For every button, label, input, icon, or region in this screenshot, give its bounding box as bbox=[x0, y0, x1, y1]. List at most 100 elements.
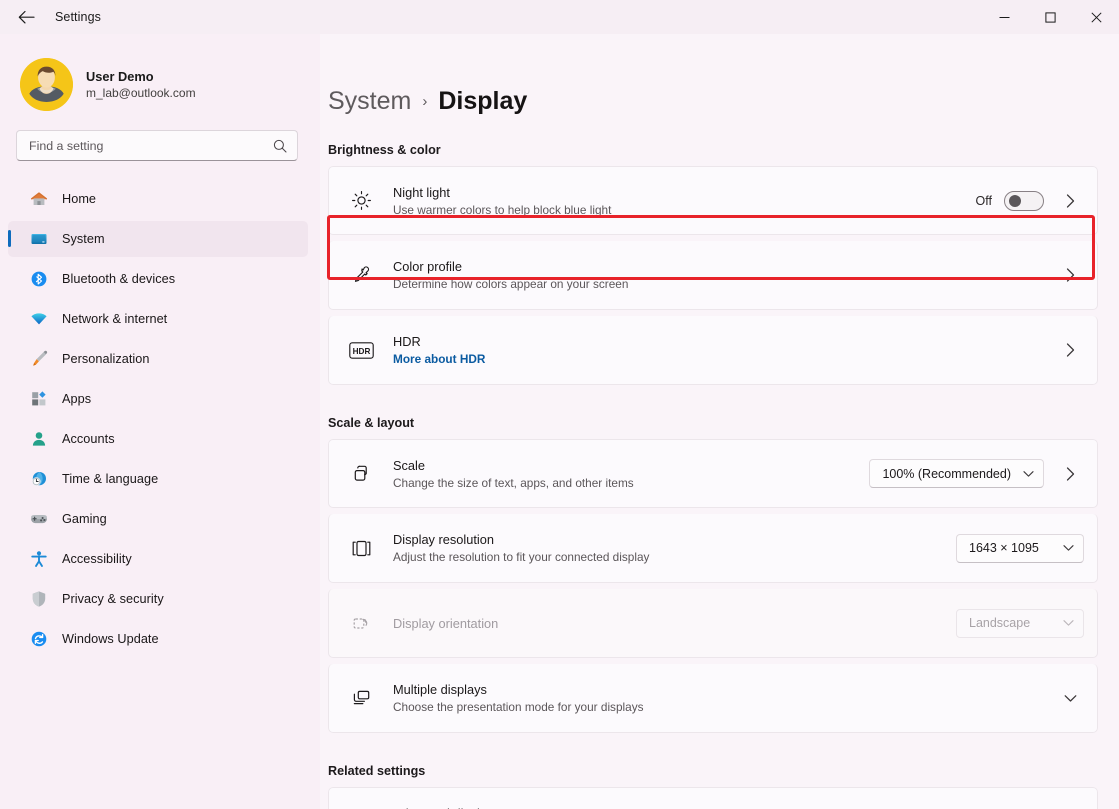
sidebar-item-label: System bbox=[62, 232, 105, 246]
setting-card-color-profile[interactable]: Color profile Determine how colors appea… bbox=[328, 241, 1098, 310]
settings-window: Settings User Demo m_lab@outlook.com Fin… bbox=[0, 0, 1119, 809]
sidebar-item-label: Accounts bbox=[62, 432, 115, 446]
chevron-down-icon[interactable] bbox=[1056, 684, 1084, 712]
paintbrush-icon bbox=[30, 350, 48, 368]
card-controls bbox=[1056, 684, 1084, 712]
card-title: Scale bbox=[393, 457, 426, 473]
search-box[interactable] bbox=[16, 130, 298, 161]
brightness-sun-icon bbox=[346, 188, 376, 214]
close-button[interactable] bbox=[1073, 0, 1119, 34]
card-title: Display orientation bbox=[393, 615, 499, 631]
sidebar-item-label: Windows Update bbox=[62, 632, 159, 646]
sidebar: User Demo m_lab@outlook.com Find a setti… bbox=[0, 34, 320, 809]
apps-grid-icon bbox=[30, 390, 48, 408]
sidebar-item-accounts[interactable]: Accounts bbox=[8, 421, 308, 457]
sidebar-item-time-language[interactable]: Time & language bbox=[8, 461, 308, 497]
card-text: Color profile Determine how colors appea… bbox=[393, 259, 1056, 291]
card-controls: 1643 × 1095 bbox=[956, 533, 1084, 563]
account-block[interactable]: User Demo m_lab@outlook.com bbox=[0, 34, 320, 112]
card-subtitle: Determine how colors appear on your scre… bbox=[393, 277, 629, 291]
sidebar-item-label: Apps bbox=[62, 392, 92, 406]
account-text: User Demo m_lab@outlook.com bbox=[86, 69, 196, 100]
sidebar-item-label: Time & language bbox=[62, 472, 159, 486]
sidebar-item-gaming[interactable]: Gaming bbox=[8, 501, 308, 537]
window-title: Settings bbox=[55, 10, 101, 24]
hdr-badge-icon: HDR bbox=[346, 337, 376, 363]
eyedropper-icon bbox=[346, 262, 376, 288]
chevron-right-icon[interactable] bbox=[1056, 336, 1084, 364]
chevron-right-icon[interactable] bbox=[1056, 460, 1084, 488]
search-input[interactable] bbox=[29, 138, 273, 153]
chevron-down-icon bbox=[1023, 470, 1034, 478]
brightness-color-group: Night light Use warmer colors to help bl… bbox=[328, 166, 1098, 385]
toggle-knob bbox=[1009, 194, 1021, 207]
sidebar-item-label: Accessibility bbox=[62, 552, 132, 566]
scale-value: 100% (Recommended) bbox=[882, 466, 1011, 481]
user-avatar-icon bbox=[20, 57, 73, 111]
sidebar-item-label: Gaming bbox=[62, 512, 107, 526]
window-controls bbox=[981, 0, 1119, 34]
sidebar-nav: Home System Bluetooth & devices Network … bbox=[0, 181, 320, 657]
card-subtitle: Change the size of text, apps, and other… bbox=[393, 475, 634, 490]
section-title-related-settings: Related settings bbox=[328, 764, 426, 778]
section-title-scale-layout: Scale & layout bbox=[328, 416, 415, 430]
chevron-right-icon[interactable] bbox=[1056, 187, 1084, 215]
setting-card-multiple-displays[interactable]: Multiple displays Choose the presentatio… bbox=[328, 664, 1098, 733]
display-resolution-dropdown[interactable]: 1643 × 1095 bbox=[956, 533, 1084, 563]
maximize-button[interactable] bbox=[1027, 0, 1073, 34]
card-text: HDR More about HDR bbox=[393, 334, 1056, 366]
related-settings-group: Advanced display Display information, re… bbox=[328, 787, 1098, 809]
sidebar-item-personalization[interactable]: Personalization bbox=[8, 341, 308, 377]
person-icon bbox=[30, 430, 48, 448]
sidebar-item-accessibility[interactable]: Accessibility bbox=[8, 541, 308, 577]
card-subtitle: Use warmer colors to help block blue lig… bbox=[393, 202, 612, 217]
orientation-rotate-icon bbox=[346, 610, 376, 636]
card-controls: 100% (Recommended) bbox=[869, 459, 1084, 488]
card-text: Scale Change the size of text, apps, and… bbox=[393, 458, 869, 490]
card-title: Advanced display bbox=[393, 806, 1056, 809]
sidebar-item-label: Privacy & security bbox=[62, 592, 164, 606]
home-icon bbox=[30, 190, 48, 208]
card-text: Display resolution Adjust the resolution… bbox=[393, 532, 956, 564]
night-light-toggle[interactable] bbox=[1004, 190, 1044, 211]
night-light-state-label: Off bbox=[975, 193, 992, 208]
search-wrapper bbox=[0, 112, 320, 161]
card-title: Night light bbox=[393, 184, 450, 200]
card-title: Color profile bbox=[393, 259, 462, 274]
card-text: Multiple displays Choose the presentatio… bbox=[393, 682, 1056, 714]
sidebar-item-privacy-security[interactable]: Privacy & security bbox=[8, 581, 308, 617]
accessibility-person-icon bbox=[30, 550, 48, 568]
setting-card-night-light[interactable]: Night light Use warmer colors to help bl… bbox=[328, 166, 1098, 235]
card-text: Night light Use warmer colors to help bl… bbox=[393, 185, 976, 217]
sidebar-item-network-internet[interactable]: Network & internet bbox=[8, 301, 308, 337]
multiple-displays-icon bbox=[346, 685, 376, 711]
sidebar-item-label: Bluetooth & devices bbox=[62, 272, 176, 286]
scale-dropdown[interactable]: 100% (Recommended) bbox=[869, 459, 1044, 488]
more-about-hdr-link[interactable]: More about HDR bbox=[393, 352, 1056, 366]
display-resolution-value: 1643 × 1095 bbox=[969, 541, 1039, 555]
display-orientation-dropdown: Landscape bbox=[956, 608, 1084, 638]
sidebar-item-apps[interactable]: Apps bbox=[8, 381, 308, 417]
sidebar-item-bluetooth-devices[interactable]: Bluetooth & devices bbox=[8, 261, 308, 297]
minimize-button[interactable] bbox=[981, 0, 1027, 34]
setting-card-advanced-display[interactable]: Advanced display Display information, re… bbox=[328, 787, 1098, 809]
card-subtitle: Adjust the resolution to fit your connec… bbox=[393, 550, 650, 564]
card-title: HDR bbox=[393, 334, 421, 349]
chevron-right-icon[interactable] bbox=[1056, 261, 1084, 289]
title-bar: Settings bbox=[0, 0, 1119, 34]
sidebar-item-home[interactable]: Home bbox=[8, 181, 308, 217]
sidebar-item-windows-update[interactable]: Windows Update bbox=[8, 621, 308, 657]
card-controls: Off bbox=[976, 187, 1084, 215]
setting-card-hdr[interactable]: HDR HDR More about HDR bbox=[328, 316, 1098, 385]
sidebar-item-system[interactable]: System bbox=[8, 221, 308, 257]
back-arrow-icon[interactable] bbox=[6, 1, 46, 33]
setting-card-scale[interactable]: Scale Change the size of text, apps, and… bbox=[328, 439, 1098, 508]
card-text: Advanced display Display information, re… bbox=[393, 806, 1056, 809]
account-name: User Demo bbox=[86, 68, 154, 84]
main-content: System › Display Brightness & color Nigh… bbox=[320, 34, 1119, 809]
search-icon bbox=[273, 139, 287, 153]
setting-card-display-resolution[interactable]: Display resolution Adjust the resolution… bbox=[328, 514, 1098, 583]
breadcrumb-parent[interactable]: System bbox=[328, 87, 411, 116]
wifi-icon bbox=[30, 310, 48, 328]
shield-icon bbox=[30, 590, 48, 608]
